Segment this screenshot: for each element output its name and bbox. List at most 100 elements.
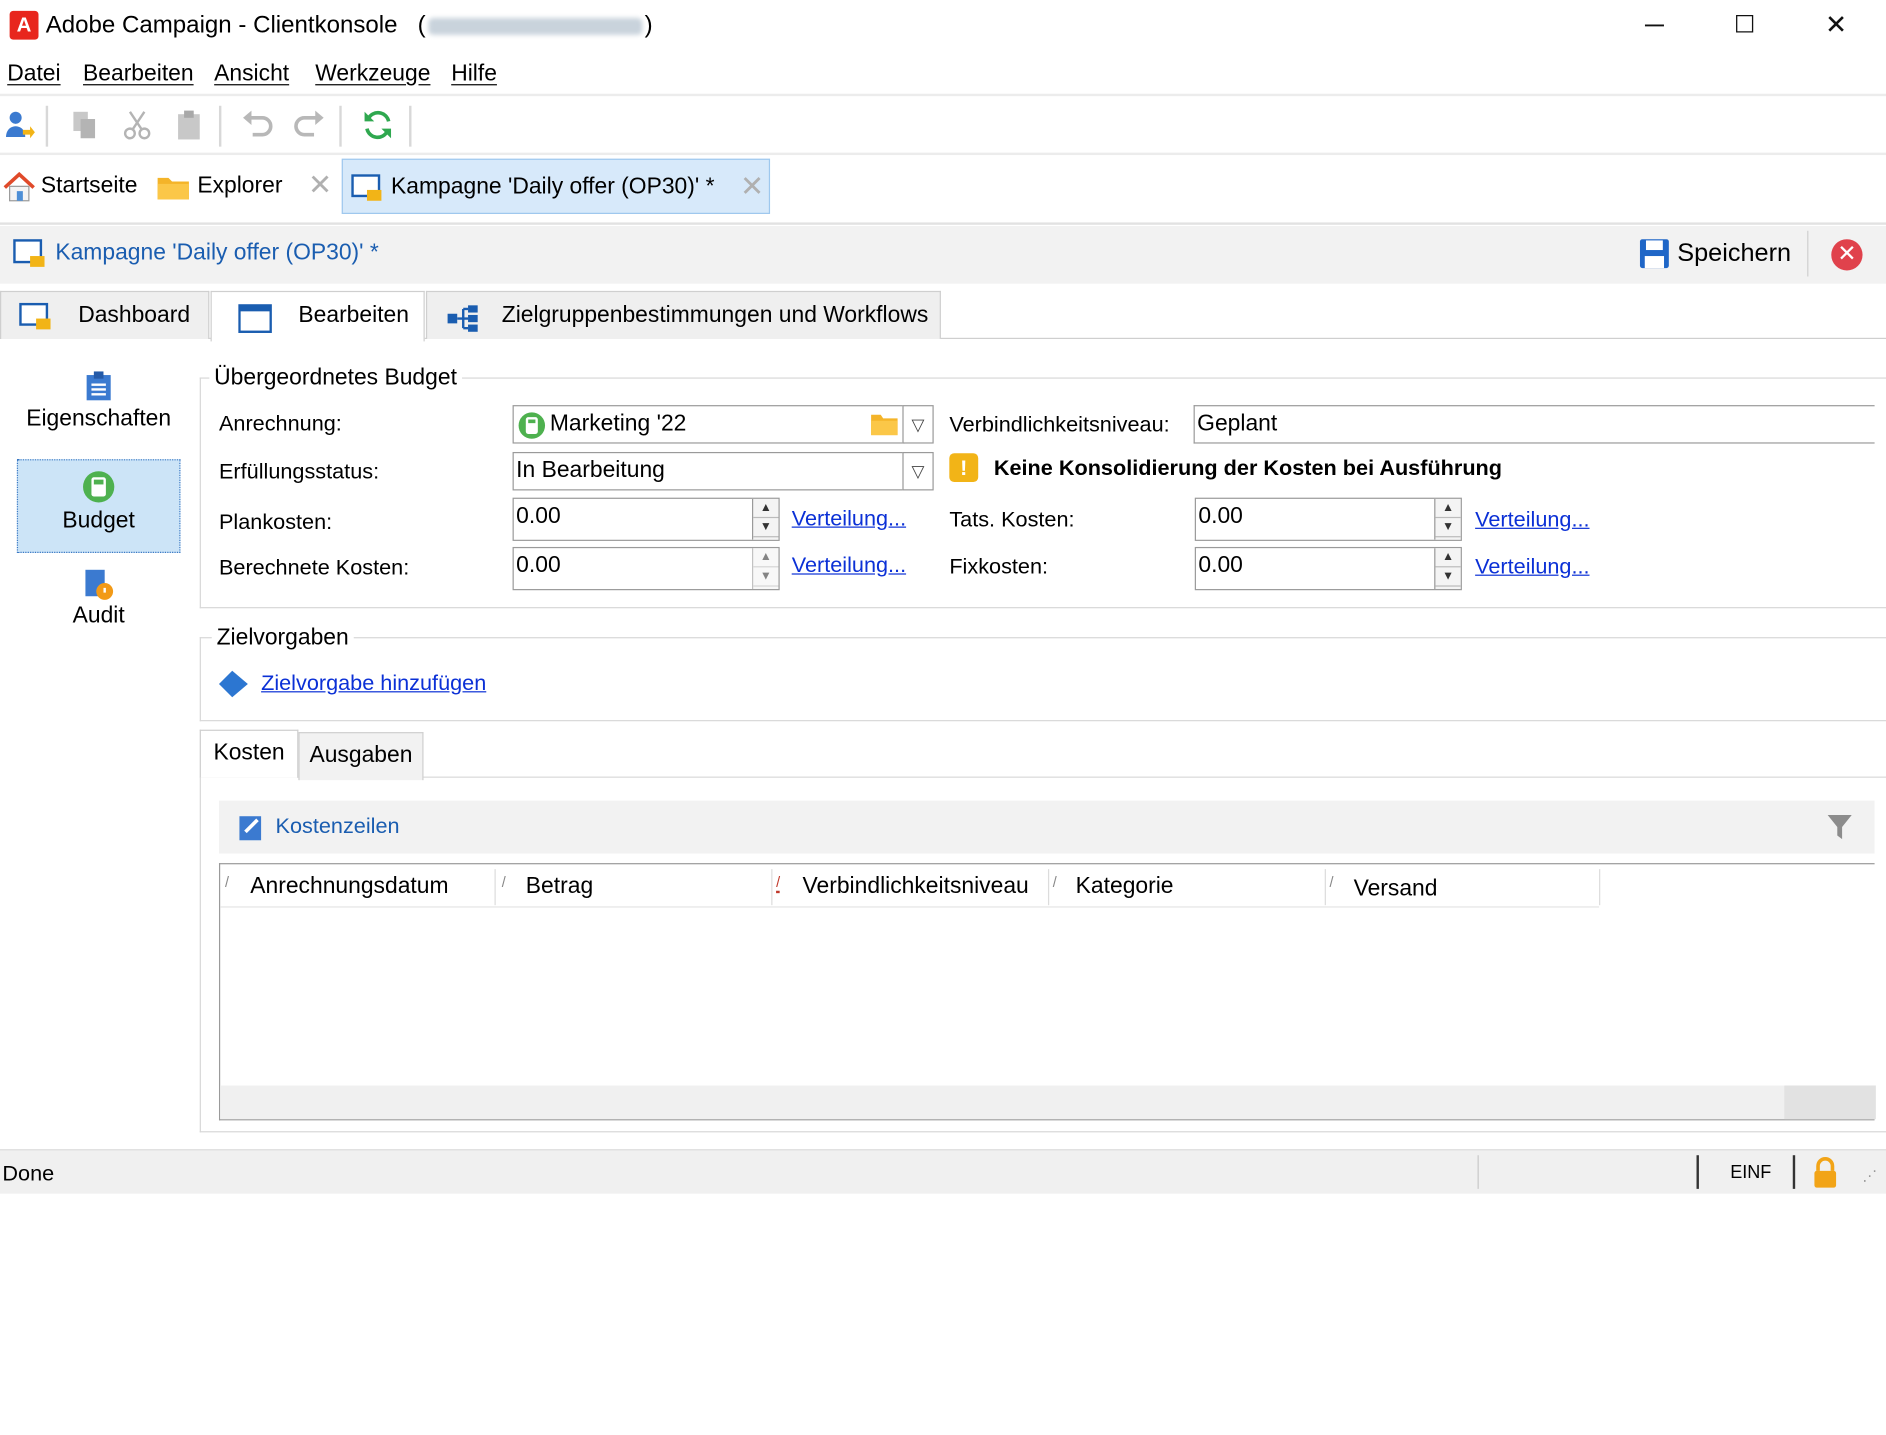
menu-werkzeuge[interactable]: Werkzeuge xyxy=(315,61,430,87)
divider xyxy=(1807,230,1809,277)
user-connect-icon[interactable] xyxy=(2,108,36,142)
toolbar-separator xyxy=(409,105,412,147)
redo-icon[interactable] xyxy=(292,108,326,142)
tab-kosten[interactable]: Kosten xyxy=(199,729,299,778)
maximize-button[interactable]: ☐ xyxy=(1717,7,1772,43)
sidebar-item-audit[interactable]: Audit xyxy=(17,563,181,647)
column-marker-icon: / xyxy=(1329,873,1334,891)
menu-ansicht[interactable]: Ansicht xyxy=(214,61,289,87)
actual-cost-input[interactable]: 0.00 ▲ ▼ xyxy=(1194,497,1462,541)
cost-lines-header: Kostenzeilen xyxy=(218,800,1875,854)
clipboard-icon xyxy=(86,371,111,401)
menu-datei[interactable]: Datei xyxy=(7,61,60,87)
column-versand[interactable]: Versand xyxy=(1354,876,1438,902)
status-dropdown-chevron-icon[interactable]: ▽ xyxy=(902,451,934,491)
editor-header: Kampagne 'Daily offer (OP30)' * Speicher… xyxy=(0,225,1886,284)
tab-bearbeiten-label: Bearbeiten xyxy=(298,302,409,329)
status-divider xyxy=(1696,1155,1699,1189)
copy-icon[interactable] xyxy=(67,108,101,142)
allocation-value: Marketing '22 xyxy=(549,411,687,437)
close-tab-explorer-icon[interactable]: ✕ xyxy=(308,159,337,214)
column-divider xyxy=(494,869,496,906)
tab-bearbeiten[interactable]: Bearbeiten xyxy=(210,290,425,342)
paste-icon[interactable] xyxy=(172,108,206,142)
undo-icon[interactable] xyxy=(241,108,275,142)
home-icon xyxy=(3,171,35,202)
commitment-label: Verbindlichkeitsniveau: xyxy=(949,412,1170,437)
sidebar-item-eigenschaften[interactable]: Eigenschaften xyxy=(17,365,181,449)
fixed-cost-distribution-link[interactable]: Verteilung... xyxy=(1475,554,1589,579)
divider xyxy=(0,222,1886,225)
edit-form-icon xyxy=(238,304,272,333)
minimize-button[interactable]: ─ xyxy=(1627,7,1682,43)
budget-calculator-icon xyxy=(518,412,546,439)
cost-lines-grid[interactable]: / Anrechnungsdatum / Betrag / Verbindlic… xyxy=(218,863,1876,1121)
fixed-cost-input[interactable]: 0.00 ▲ ▼ xyxy=(1194,546,1462,591)
resize-grip-icon[interactable]: ⋰ xyxy=(1863,1167,1877,1184)
sidebar: Eigenschaften Budget Audit xyxy=(0,338,198,1145)
close-editor-icon[interactable]: ✕ xyxy=(1831,239,1863,271)
calculated-cost-distribution-link[interactable]: Verteilung... xyxy=(792,553,906,578)
tab-dashboard-label: Dashboard xyxy=(78,302,191,329)
tab-ausgaben[interactable]: Ausgaben xyxy=(298,732,424,781)
tab-kampagne[interactable]: Kampagne 'Daily offer (OP30)' * ✕ xyxy=(341,158,771,215)
toolbar-separator xyxy=(45,105,49,147)
tab-explorer-label: Explorer xyxy=(197,173,283,199)
status-divider xyxy=(1792,1155,1796,1189)
dashboard-icon xyxy=(19,302,51,330)
actual-cost-stepper[interactable]: ▲ ▼ xyxy=(1434,498,1461,540)
tab-kampagne-label: Kampagne 'Daily offer (OP30)' * xyxy=(391,174,715,200)
column-anrechnungsdatum[interactable]: Anrechnungsdatum xyxy=(250,874,448,900)
close-tab-kampagne-icon[interactable]: ✕ xyxy=(740,160,764,215)
calculated-cost-value: 0.00 xyxy=(516,552,561,579)
calculated-cost-stepper[interactable]: ▲ ▼ xyxy=(752,548,779,590)
status-field[interactable]: In Bearbeitung xyxy=(512,451,905,491)
calculated-cost-input[interactable]: 0.00 ▲ ▼ xyxy=(512,546,780,591)
column-marker-icon: / xyxy=(501,873,506,891)
warning-message: Keine Konsolidierung der Kosten bei Ausf… xyxy=(993,455,1503,480)
close-window-button[interactable]: ✕ xyxy=(1808,7,1863,43)
tab-dashboard[interactable]: Dashboard xyxy=(0,290,210,339)
refresh-icon[interactable] xyxy=(361,108,395,142)
actual-cost-distribution-link[interactable]: Verteilung... xyxy=(1475,507,1589,532)
menu-bearbeiten[interactable]: Bearbeiten xyxy=(83,61,194,87)
allocation-field[interactable]: Marketing '22 xyxy=(512,405,905,444)
column-betrag[interactable]: Betrag xyxy=(526,874,593,900)
add-target-link[interactable]: Zielvorgabe hinzufügen xyxy=(261,671,486,696)
scrollbar-thumb[interactable] xyxy=(1784,1085,1876,1120)
planned-cost-distribution-link[interactable]: Verteilung... xyxy=(792,506,906,531)
add-target-icon[interactable] xyxy=(217,668,251,699)
horizontal-scrollbar[interactable] xyxy=(220,1085,1876,1120)
menu-bar: Datei Bearbeiten Ansicht Werkzeuge Hilfe xyxy=(0,55,1886,93)
column-kategorie[interactable]: Kategorie xyxy=(1076,874,1174,900)
divider xyxy=(199,776,1886,778)
filter-icon[interactable] xyxy=(1826,813,1852,842)
sidebar-item-budget[interactable]: Budget xyxy=(16,459,181,553)
window-title: Adobe Campaign - Clientkonsole () xyxy=(46,12,653,40)
fixed-cost-stepper[interactable]: ▲ ▼ xyxy=(1434,548,1461,590)
fixed-cost-label: Fixkosten: xyxy=(949,554,1049,579)
column-divider xyxy=(771,869,773,906)
column-verbindlichkeitsniveau[interactable]: Verbindlichkeitsniveau xyxy=(803,874,1029,900)
sidebar-item-audit-label: Audit xyxy=(72,603,125,629)
allocation-dropdown-chevron-icon[interactable]: ▽ xyxy=(902,405,934,444)
menu-hilfe[interactable]: Hilfe xyxy=(451,61,497,87)
planned-cost-input[interactable]: 0.00 ▲ ▼ xyxy=(512,497,780,541)
tab-zielgruppen-workflows[interactable]: Zielgruppenbestimmungen und Workflows xyxy=(425,290,941,339)
warning-icon: ! xyxy=(949,453,979,483)
folder-browse-icon[interactable] xyxy=(870,412,899,436)
title-bar: A Adobe Campaign - Clientkonsole () ─ ☐ … xyxy=(0,0,1886,53)
save-icon xyxy=(1639,239,1669,269)
blurred-login xyxy=(428,17,643,35)
planned-cost-stepper[interactable]: ▲ ▼ xyxy=(752,498,779,540)
divider xyxy=(0,152,1886,156)
cost-lines-title: Kostenzeilen xyxy=(275,813,400,838)
cut-icon[interactable] xyxy=(120,108,154,142)
column-divider xyxy=(1324,869,1326,906)
commitment-field[interactable]: Geplant xyxy=(1193,405,1875,444)
column-required-marker-icon: / xyxy=(776,874,781,894)
status-bar: Done EINF ⋰ xyxy=(0,1149,1886,1194)
tab-zielgruppen-label: Zielgruppenbestimmungen und Workflows xyxy=(501,302,929,329)
status-label: Erfüllungsstatus: xyxy=(218,459,380,484)
budget-calculator-icon xyxy=(83,471,115,503)
